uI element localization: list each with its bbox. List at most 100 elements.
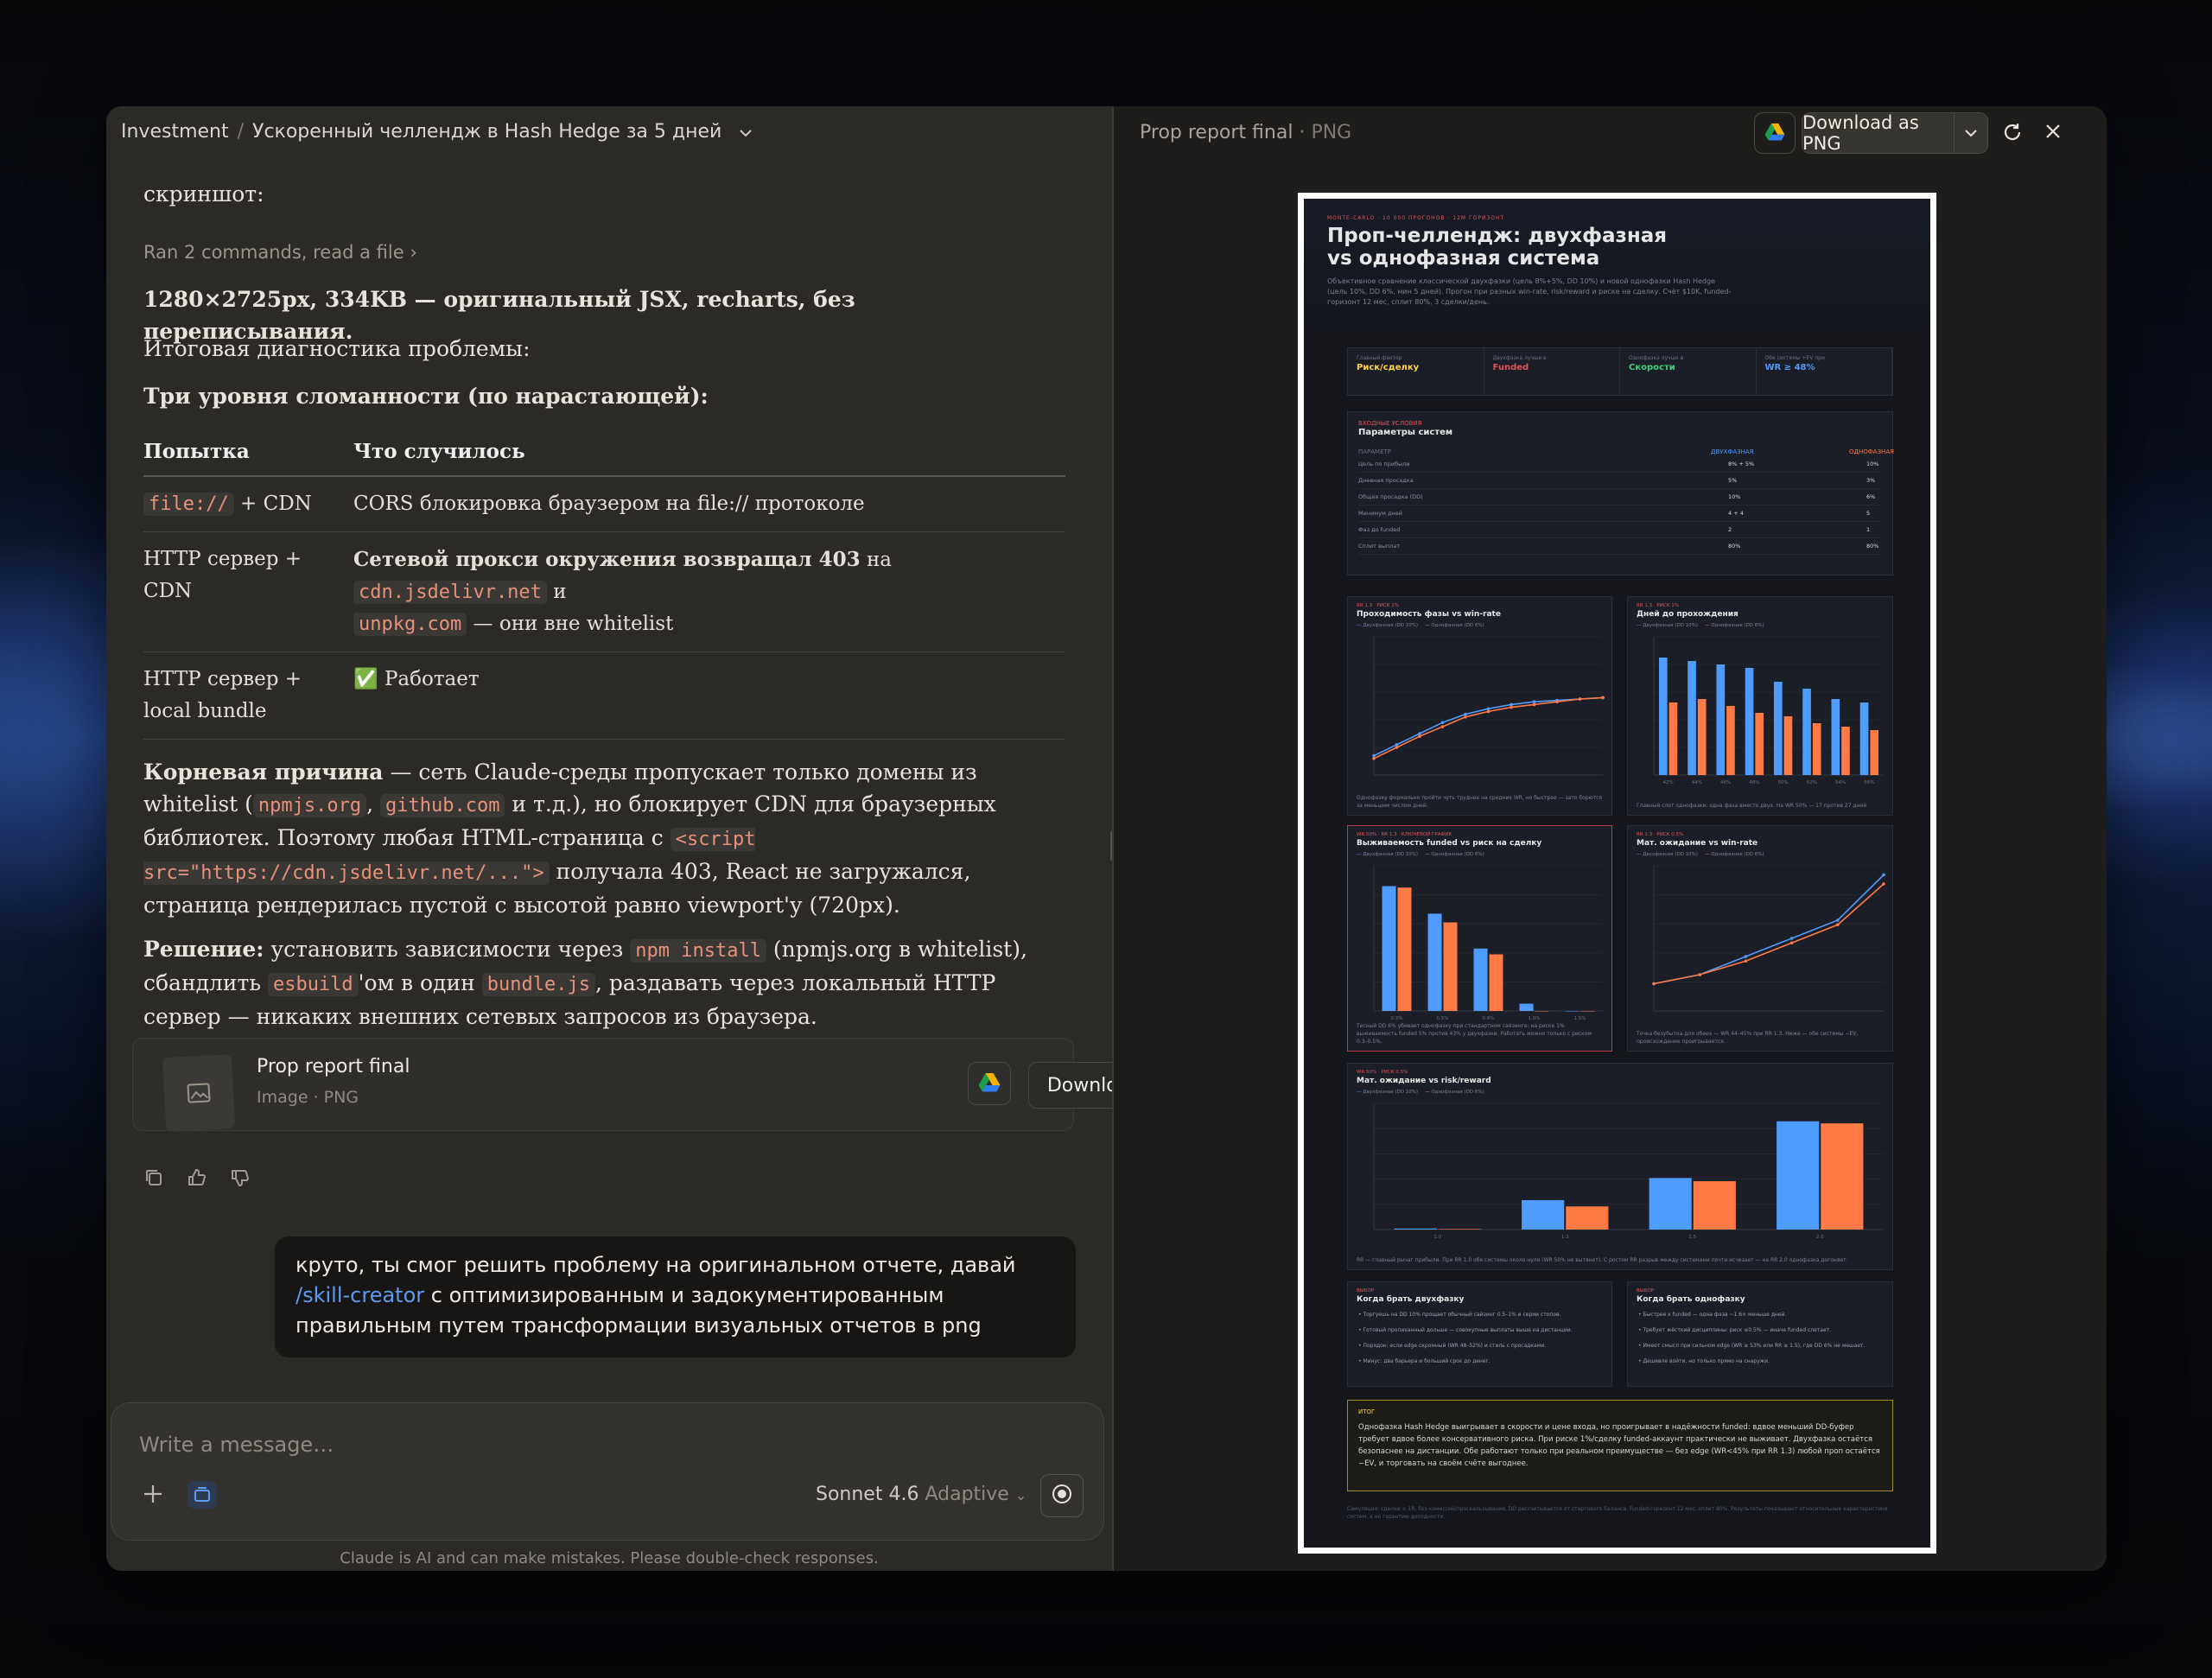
- bar: [1489, 954, 1503, 1011]
- kpi-list: Главный фактор Риск/сделку Двухфазка лучше…: [1348, 348, 1892, 395]
- chevron-down-icon[interactable]: [738, 122, 753, 143]
- kpi-label: Главный фактор: [1357, 355, 1402, 361]
- data-point: [1555, 700, 1559, 703]
- thumbs-up-icon[interactable]: [187, 1167, 207, 1192]
- kpi-item: Обе системы +EV при WR ≥ 48%: [1757, 348, 1892, 395]
- bar: [1859, 702, 1869, 775]
- tick-label: 1.0: [1433, 1235, 1441, 1240]
- google-drive-button[interactable]: [1754, 112, 1796, 154]
- table-cell: HTTP сервер + local bundle: [143, 651, 353, 740]
- params-cell: 80%: [1866, 543, 1879, 550]
- data-point: [1652, 982, 1656, 986]
- when-title: Когда брать однофазку: [1637, 1295, 1745, 1304]
- chat-panel: Investment / Ускоренный челлендж в Hash He…: [106, 106, 1160, 1571]
- params-col-header: ДВУХФАЗНАЯ: [1711, 448, 1754, 455]
- bar: [1658, 658, 1668, 775]
- table-row: HTTP сервер + CDN Сетевой прокси окружени…: [143, 531, 1065, 652]
- disclaimer: Claude is AI and can make mistakes. Plea…: [340, 1549, 879, 1567]
- data-point: [1836, 918, 1840, 922]
- params-divider: [1358, 472, 1882, 473]
- inline-code: github.com: [380, 794, 505, 817]
- chart-kicker: WR 50% · РИСК 0.5%: [1357, 1070, 1408, 1075]
- kpi-value: Риск/сделку: [1357, 363, 1420, 372]
- line-chart: [1652, 865, 1885, 1012]
- bar: [1841, 727, 1850, 775]
- download-as-png-button[interactable]: Download as PNG: [1802, 112, 1955, 154]
- table-cell: ✅ Работает: [353, 651, 1065, 740]
- data-point: [1486, 709, 1491, 714]
- attachment-card[interactable]: Prop report final Image · PNG Download: [132, 1038, 1160, 1133]
- chart-title: Проходимость фазы vs win-rate: [1357, 610, 1501, 619]
- params-cell: 6%: [1866, 493, 1876, 500]
- text-bold: Решение:: [143, 937, 264, 962]
- kpi-value: Funded: [1492, 363, 1529, 372]
- data-point: [1440, 725, 1445, 728]
- chart-title: Выживаемость funded vs риск на сделку: [1357, 839, 1542, 848]
- chart-panel-pass-rate: RR 1.3 · РИСК 1% Проходимость фазы vs win…: [1347, 596, 1612, 816]
- table-row: file:// + CDN CORS блокировка браузером н…: [143, 476, 1065, 532]
- params-cell: 3%: [1866, 477, 1876, 484]
- tick-label: 0.8%: [1483, 1016, 1495, 1021]
- thumbs-down-icon[interactable]: [230, 1167, 251, 1192]
- tick-label: 54%: [1835, 780, 1846, 785]
- params-kicker: ВХОДНЫЕ УСЛОВИЯ: [1358, 420, 1422, 427]
- bar: [1397, 887, 1412, 1011]
- params-panel: ВХОДНЫЕ УСЛОВИЯ Параметры систем ПАРАМЕТ…: [1347, 411, 1894, 575]
- model-selector[interactable]: Sonnet 4.6 Adaptive ⌄: [816, 1484, 1027, 1505]
- when-list-item: • Имеет смысл при сильном edge (WR ≥ 53%…: [1638, 1343, 1866, 1349]
- when-list-item: • Дешевле войти, но только прямо на снар…: [1638, 1358, 1770, 1364]
- voice-mode-button[interactable]: [1040, 1474, 1084, 1517]
- table-cell-text: Работает: [384, 668, 480, 690]
- tick-label: 0.3%: [1391, 1016, 1403, 1021]
- message-composer[interactable]: Write a message… Sonnet 4.6 Adaptive ⌄: [111, 1402, 1104, 1541]
- copy-icon[interactable]: [143, 1167, 164, 1192]
- slash-command-link[interactable]: /skill-creator: [296, 1283, 424, 1307]
- params-cell: 10%: [1866, 461, 1879, 467]
- bar-chart: 1.0 1.3 1.5 2.0: [1373, 1103, 1884, 1240]
- breadcrumb-project[interactable]: Investment: [121, 121, 229, 143]
- data-point: [1744, 955, 1748, 958]
- chart-legend: — Двухфазная (DD 10%) — Однофазная (DD 6%…: [1357, 1090, 1484, 1095]
- legend-item: Однофазная (DD 6%): [1431, 623, 1484, 628]
- project-files-icon[interactable]: [188, 1481, 217, 1509]
- data-point: [1698, 973, 1701, 976]
- download-as-png-group: Download as PNG: [1802, 112, 1988, 154]
- data-point: [1464, 712, 1467, 716]
- breadcrumb-chat-title[interactable]: Ускоренный челлендж в Hash Hedge за 5 дн…: [252, 121, 721, 143]
- verdict-text: Однофазка Hash Hedge выигрывает в скорос…: [1358, 1423, 1880, 1468]
- chart-title: Дней до прохождения: [1637, 610, 1738, 619]
- bar: [1773, 682, 1783, 775]
- tick-label: 52%: [1807, 780, 1817, 785]
- bar: [1535, 1011, 1549, 1012]
- close-icon[interactable]: [2044, 122, 2063, 144]
- chart-legend: — Двухфазная (DD 10%) — Однофазная (DD 6%…: [1357, 623, 1484, 628]
- legend-item: Двухфазная (DD 10%): [1363, 623, 1419, 628]
- kpi-strip: Главный фактор Риск/сделку Двухфазка лучше…: [1347, 347, 1893, 396]
- chart-note: Однофазку формально пройти чуть труднее …: [1357, 795, 1603, 809]
- bar: [1382, 886, 1396, 1011]
- bar: [1693, 1181, 1736, 1230]
- inline-code: esbuild: [267, 973, 359, 996]
- breadcrumb: Investment / Ускоренный челлендж в Hash He…: [121, 121, 753, 143]
- message-input[interactable]: Write a message…: [139, 1433, 334, 1457]
- chart-legend: — Двухфазная (DD 10%) — Однофазная (DD 6%…: [1637, 623, 1764, 628]
- tool-calls-summary[interactable]: Ran 2 commands, read a file ›: [143, 242, 417, 263]
- text: круто, ты смог решить проблему на оригин…: [296, 1253, 1016, 1277]
- download-options-chevron-icon[interactable]: [1955, 113, 1987, 153]
- inline-code: npmjs.org: [252, 794, 367, 817]
- kpi-item: Главный фактор Риск/сделку: [1348, 348, 1484, 395]
- report-canvas: MONTE-CARLO · 10 000 ПРОГОНОВ · 12М ГОРИ…: [1304, 199, 1930, 1548]
- table-cell: CORS блокировка браузером на file:// про…: [353, 476, 1065, 532]
- legend-item: Однофазная (DD 6%): [1711, 623, 1764, 628]
- chart-title: Мат. ожидание vs win-rate: [1637, 839, 1758, 848]
- params-title: Параметры систем: [1358, 428, 1453, 437]
- params-divider: [1358, 521, 1882, 522]
- refresh-icon[interactable]: [2000, 120, 2024, 148]
- data-point: [1510, 702, 1513, 707]
- chart-panel-days: RR 1.3 · РИСК 1% Дней до прохождения — Дву…: [1627, 596, 1893, 816]
- when-list-item: • Торгуешь на DD 10% прощает обычный сай…: [1358, 1312, 1561, 1318]
- google-drive-button[interactable]: [968, 1062, 1011, 1105]
- when-list-item: • Требует жёсткий дисциплины: риск ≤0.5%…: [1638, 1327, 1832, 1333]
- plus-icon[interactable]: [142, 1483, 164, 1509]
- params-cell: 5%: [1728, 477, 1738, 484]
